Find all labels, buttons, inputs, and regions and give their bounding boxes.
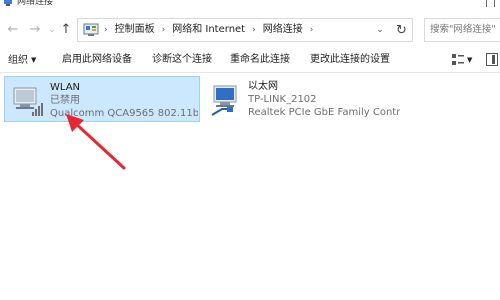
change-connection-settings-button[interactable]: 更改此连接的设置 [310, 48, 390, 72]
back-button[interactable]: ← [5, 20, 21, 40]
breadcrumb-network-internet[interactable]: 网络和 Internet [172, 24, 245, 35]
connection-name: WLAN [50, 82, 81, 93]
connection-status: 已禁用 [50, 95, 80, 106]
breadcrumb-separator-icon[interactable]: › [310, 25, 314, 35]
change-view-icon[interactable] [452, 54, 464, 66]
ethernet-adapter-icon [211, 85, 237, 116]
window-restore-icon[interactable] [484, 0, 495, 7]
control-panel-icon [83, 23, 99, 36]
breadcrumb: › 控制面板 › 网络和 Internet › 网络连接 › [104, 19, 320, 41]
address-bar[interactable]: › 控制面板 › 网络和 Internet › 网络连接 › [77, 18, 413, 42]
network-connections-icon [4, 0, 12, 6]
rename-connection-button[interactable]: 重命名此连接 [230, 48, 290, 72]
connection-tile-ethernet[interactable]: 以太网 TP-LINK_2102 Realtek PCIe GbE Family… [203, 76, 403, 122]
up-button[interactable]: ↑ [58, 20, 74, 40]
breadcrumb-separator-icon[interactable]: › [104, 25, 108, 35]
connection-name: 以太网 [248, 81, 278, 92]
dropdown-arrow-icon: ▼ [31, 56, 37, 64]
view-options-dropdown-icon[interactable]: ▼ [467, 48, 472, 72]
connection-tile-wlan[interactable]: WLAN 已禁用 Qualcomm QCA9565 802.11b/... [4, 76, 200, 122]
forward-button[interactable]: → [27, 20, 43, 40]
navigation-bar: ← → ⌄ ↑ › 控制面板 › 网络和 Internet › 网络连接 › ⌄ ↻ 搜索"… [0, 12, 500, 48]
breadcrumb-control-panel[interactable]: 控制面板 [115, 24, 155, 35]
breadcrumb-separator-icon[interactable]: › [252, 25, 256, 35]
wifi-adapter-icon [13, 87, 43, 116]
search-input[interactable]: 搜索"网络连接" [424, 18, 500, 42]
organize-menu-button[interactable]: 组织 ▼ [8, 48, 36, 72]
connection-device: Qualcomm QCA9565 802.11b/... [50, 108, 198, 119]
breadcrumb-separator-icon[interactable]: › [162, 25, 166, 35]
connection-status: TP-LINK_2102 [248, 94, 317, 105]
command-bar: 组织 ▼ 启用此网络设备 诊断这个连接 重命名此连接 更改此连接的设置 ▼ [0, 48, 500, 73]
connections-view: WLAN 已禁用 Qualcomm QCA9565 802.11b/... 以太… [0, 73, 500, 300]
connection-device: Realtek PCIe GbE Family Contr... [248, 107, 400, 118]
preview-pane-icon[interactable] [486, 53, 498, 66]
enable-device-button[interactable]: 启用此网络设备 [62, 48, 132, 72]
window-title: 网络连接 [17, 0, 54, 7]
diagnose-connection-button[interactable]: 诊断这个连接 [152, 48, 212, 72]
refresh-button[interactable]: ↻ [391, 18, 413, 42]
address-dropdown-button[interactable]: ⌄ [374, 18, 386, 42]
breadcrumb-network-connections[interactable]: 网络连接 [263, 24, 303, 35]
title-bar: 网络连接 [0, 0, 500, 12]
